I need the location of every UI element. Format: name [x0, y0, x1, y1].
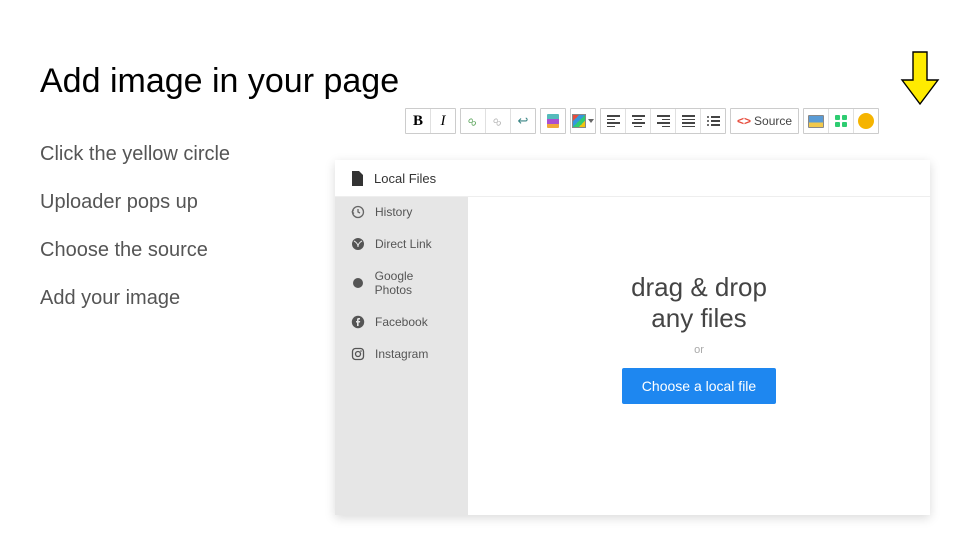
- uploader-sidebar: Local Files History Direct Link Google P…: [335, 160, 468, 515]
- yellow-arrow-icon: [900, 50, 940, 106]
- source-direct-link[interactable]: Direct Link: [335, 228, 468, 260]
- uploader-dialog: × Local Files History Direct Link Google…: [335, 160, 930, 515]
- source-facebook[interactable]: Facebook: [335, 306, 468, 338]
- facebook-icon: [351, 315, 365, 329]
- yellow-circle-icon: [858, 113, 874, 129]
- step-1: Click the yellow circle: [40, 130, 230, 178]
- dropzone-text-line1: drag & drop: [631, 272, 767, 303]
- source-button[interactable]: <>Source: [731, 109, 798, 133]
- italic-button[interactable]: I: [430, 109, 455, 133]
- fullscreen-button[interactable]: [828, 109, 853, 133]
- choose-local-file-button[interactable]: Choose a local file: [622, 368, 776, 404]
- source-history[interactable]: History: [335, 196, 468, 228]
- source-google-photos[interactable]: Google Photos: [335, 260, 468, 306]
- step-3: Choose the source: [40, 226, 230, 274]
- google-photos-icon: [351, 276, 365, 290]
- history-icon: [351, 205, 365, 219]
- file-icon: [351, 171, 364, 186]
- bold-button[interactable]: B: [406, 109, 430, 133]
- uploader-header-label: Local Files: [374, 171, 436, 186]
- align-left-button[interactable]: [601, 109, 625, 133]
- editor-toolbar: B I ∞ ∞ ↩ <>Source: [405, 108, 879, 134]
- instagram-icon: [351, 347, 365, 361]
- uploader-dropzone[interactable]: drag & drop any files or Choose a local …: [468, 160, 930, 515]
- dropzone-or: or: [694, 344, 704, 356]
- step-4: Add your image: [40, 274, 230, 322]
- link-button[interactable]: ∞: [461, 109, 485, 133]
- dropzone-text-line2: any files: [651, 303, 746, 334]
- uploader-header: Local Files: [335, 160, 930, 197]
- flag-button[interactable]: [541, 109, 565, 133]
- align-justify-button[interactable]: [675, 109, 700, 133]
- align-right-button[interactable]: [650, 109, 675, 133]
- bullet-list-button[interactable]: [700, 109, 725, 133]
- upload-image-button[interactable]: [853, 109, 878, 133]
- step-2: Uploader pops up: [40, 178, 230, 226]
- instruction-steps: Click the yellow circle Uploader pops up…: [40, 130, 230, 322]
- text-color-button[interactable]: [571, 109, 595, 133]
- unlink-button[interactable]: ∞: [485, 109, 510, 133]
- source-instagram[interactable]: Instagram: [335, 338, 468, 370]
- globe-icon: [351, 237, 365, 251]
- undo-button[interactable]: ↩: [510, 109, 535, 133]
- align-center-button[interactable]: [625, 109, 650, 133]
- page-title: Add image in your page: [40, 62, 399, 101]
- image-button[interactable]: [804, 109, 828, 133]
